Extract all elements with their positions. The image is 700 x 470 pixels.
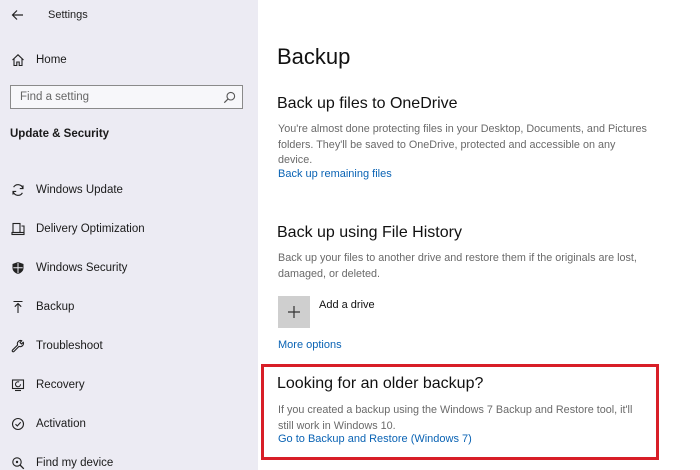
search-box[interactable] <box>10 85 243 109</box>
sidebar-item-activation[interactable]: Activation <box>0 404 258 443</box>
sidebar-item-label: Home <box>36 54 67 66</box>
settings-window: Settings Home Update & Security <box>0 0 700 470</box>
wrench-icon <box>10 338 26 354</box>
sidebar-item-windows-security[interactable]: Windows Security <box>0 248 258 287</box>
sidebar-item-troubleshoot[interactable]: Troubleshoot <box>0 326 258 365</box>
add-drive-button[interactable]: Add a drive <box>278 296 375 328</box>
sync-icon <box>10 182 26 198</box>
more-options-link[interactable]: More options <box>278 339 342 351</box>
sidebar-item-label: Windows Security <box>36 261 128 274</box>
delivery-optimization-icon <box>10 221 26 237</box>
sidebar-item-backup[interactable]: Backup <box>0 287 258 326</box>
onedrive-description: You're almost done protecting files in y… <box>278 123 647 166</box>
activation-icon <box>10 416 26 432</box>
main-content: Backup Back up files to OneDrive You're … <box>258 0 700 470</box>
find-device-icon <box>10 455 26 470</box>
sidebar-item-delivery-optimization[interactable]: Delivery Optimization <box>0 209 258 248</box>
sidebar-item-windows-update[interactable]: Windows Update <box>0 170 258 209</box>
sidebar-nav: Windows Update Delivery Optimization Win… <box>0 170 258 470</box>
search-input[interactable] <box>11 86 221 108</box>
title-bar: Settings <box>0 0 258 30</box>
sidebar-item-label: Troubleshoot <box>36 339 103 352</box>
sidebar-item-label: Find my device <box>36 456 114 469</box>
go-to-backup-and-restore-link[interactable]: Go to Backup and Restore (Windows 7) <box>278 433 472 445</box>
shield-icon <box>10 260 26 276</box>
sidebar-item-label: Recovery <box>36 378 85 391</box>
plus-icon <box>288 306 300 318</box>
file-history-heading: Back up using File History <box>277 224 462 241</box>
home-icon <box>10 52 26 68</box>
recovery-icon <box>10 377 26 393</box>
section-title: Update & Security <box>10 128 110 140</box>
older-backup-description: If you created a backup using the Window… <box>278 404 633 432</box>
older-backup-heading: Looking for an older backup? <box>277 375 484 392</box>
search-icon[interactable] <box>221 89 237 105</box>
sidebar-item-label: Backup <box>36 300 75 313</box>
sidebar-item-find-my-device[interactable]: Find my device <box>0 443 258 470</box>
sidebar-item-recovery[interactable]: Recovery <box>0 365 258 404</box>
file-history-description: Back up your files to another drive and … <box>278 252 637 280</box>
add-drive-tile[interactable] <box>278 296 310 328</box>
back-arrow-icon <box>11 10 23 20</box>
back-button[interactable] <box>2 0 32 30</box>
sidebar-item-label: Delivery Optimization <box>36 222 145 235</box>
onedrive-heading: Back up files to OneDrive <box>277 95 458 112</box>
sidebar-item-home[interactable]: Home <box>0 47 258 73</box>
app-title: Settings <box>48 9 88 21</box>
sidebar-item-label: Activation <box>36 417 86 430</box>
add-drive-label: Add a drive <box>319 299 375 311</box>
back-up-remaining-files-link[interactable]: Back up remaining files <box>278 168 392 180</box>
sidebar-item-label: Windows Update <box>36 183 123 196</box>
sidebar: Settings Home Update & Security <box>0 0 258 470</box>
backup-arrow-icon <box>10 299 26 315</box>
page-title: Backup <box>277 44 351 69</box>
